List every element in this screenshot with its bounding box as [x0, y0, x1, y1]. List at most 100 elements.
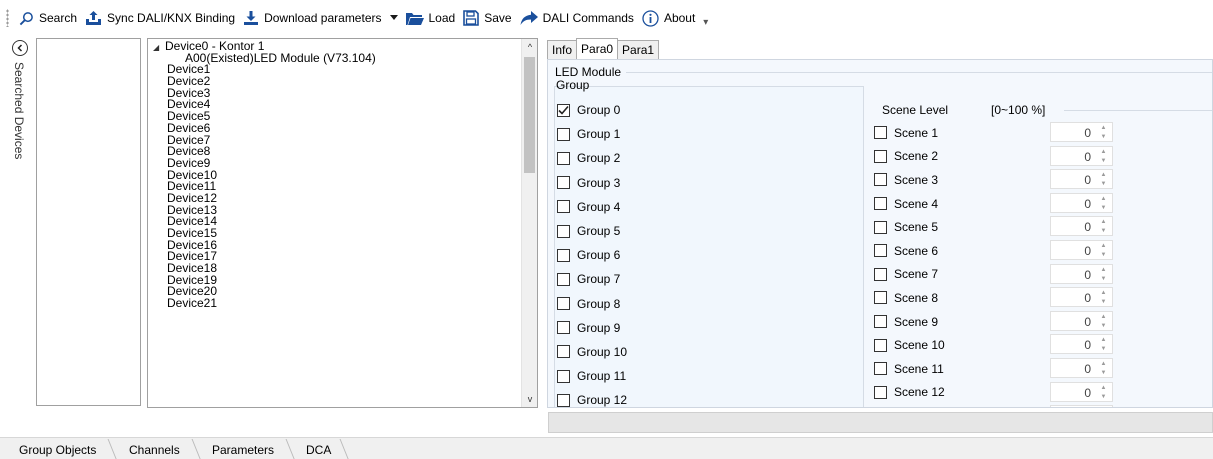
scene-level-stepper[interactable]: 0▲▼ — [1050, 334, 1113, 355]
scrollbar-thumb[interactable] — [524, 57, 535, 173]
stepper-up-icon[interactable]: ▲ — [1101, 243, 1107, 249]
group-checkbox-row[interactable]: Group 9 — [557, 316, 627, 340]
checkbox-checked[interactable] — [557, 103, 570, 117]
group-checkbox-row[interactable]: Group 3 — [557, 171, 627, 195]
scene-level-stepper[interactable]: 0▲▼ — [1050, 239, 1113, 260]
scene-level-stepper[interactable]: 0▲▼ — [1050, 192, 1113, 213]
scroll-down-icon[interactable]: v — [522, 391, 537, 407]
stepper-up-icon[interactable]: ▲ — [1101, 196, 1107, 202]
checkbox[interactable] — [874, 315, 887, 329]
tree-vertical-scrollbar[interactable]: ^ v — [521, 39, 537, 407]
stepper-up-icon[interactable]: ▲ — [1101, 290, 1107, 296]
group-checkbox-row[interactable]: Group 10 — [557, 340, 627, 364]
group-checkbox-row[interactable]: Group 12 — [557, 388, 627, 407]
checkbox[interactable] — [557, 369, 570, 383]
tree-node-device[interactable]: Device21 — [148, 297, 522, 310]
checkbox[interactable] — [874, 338, 887, 352]
stepper-down-icon[interactable]: ▼ — [1101, 394, 1107, 400]
checkbox[interactable] — [874, 220, 887, 234]
checkbox[interactable] — [874, 244, 887, 258]
checkbox[interactable] — [557, 345, 570, 359]
stepper-up-icon[interactable]: ▲ — [1101, 172, 1107, 178]
stepper-up-icon[interactable]: ▲ — [1101, 219, 1107, 225]
checkbox[interactable] — [874, 173, 887, 187]
checkbox[interactable] — [874, 362, 887, 376]
scene-level-stepper[interactable]: 0▲▼ — [1050, 357, 1113, 378]
bottom-tab-parameters[interactable]: Parameters — [212, 443, 274, 457]
checkbox[interactable] — [557, 321, 570, 335]
checkbox[interactable] — [874, 197, 887, 211]
scene-level-stepper[interactable]: 0▲▼ — [1050, 216, 1113, 237]
stepper-down-icon[interactable]: ▼ — [1101, 181, 1107, 187]
expand-triangle-icon[interactable]: ◢ — [153, 42, 165, 54]
stepper-down-icon[interactable]: ▼ — [1101, 134, 1107, 140]
checkbox[interactable] — [557, 248, 570, 262]
tab-info[interactable]: Info — [547, 40, 578, 59]
checkbox[interactable] — [874, 126, 887, 140]
stepper-up-icon[interactable]: ▲ — [1101, 385, 1107, 391]
scene-level-stepper[interactable]: 0▲▼ — [1050, 310, 1113, 331]
stepper-down-icon[interactable]: ▼ — [1101, 228, 1107, 234]
checkbox[interactable] — [874, 149, 887, 163]
bottom-tab-group-objects[interactable]: Group Objects — [19, 443, 96, 457]
download-parameters-button[interactable]: Download parameters — [239, 6, 401, 30]
stepper-down-icon[interactable]: ▼ — [1101, 299, 1107, 305]
group-checkbox-row[interactable]: Group 1 — [557, 122, 627, 146]
scene-level-stepper[interactable]: 0▲▼ — [1050, 263, 1113, 284]
group-checkbox-row[interactable]: Group 4 — [557, 195, 627, 219]
tab-para0[interactable]: Para0 — [576, 38, 619, 59]
load-button[interactable]: Load — [402, 6, 460, 30]
bottom-tab-dca[interactable]: DCA — [306, 443, 331, 457]
about-button[interactable]: About — [638, 6, 699, 30]
stepper-down-icon[interactable]: ▼ — [1101, 323, 1107, 329]
group-checkbox-row[interactable]: Group 0 — [557, 98, 627, 122]
toolbar-overflow-icon[interactable]: ▾ — [703, 9, 708, 28]
checkbox[interactable] — [557, 200, 570, 214]
checkbox[interactable] — [557, 127, 570, 141]
scene-level-stepper[interactable]: 0▲▼ — [1050, 169, 1113, 190]
searched-devices-label[interactable]: Searched Devices — [12, 62, 26, 159]
tab-para1[interactable]: Para1 — [617, 40, 660, 59]
stepper-down-icon[interactable]: ▼ — [1101, 158, 1107, 164]
chevron-down-icon[interactable] — [389, 15, 398, 21]
scene-level-stepper[interactable]: 0▲▼ — [1050, 287, 1113, 308]
sync-binding-button[interactable]: Sync DALI/KNX Binding — [81, 6, 239, 30]
save-button[interactable]: Save — [459, 6, 515, 30]
scene-level-stepper[interactable]: 0▲▼ — [1050, 122, 1113, 142]
group-checkbox-row[interactable]: Group 5 — [557, 219, 627, 243]
scroll-up-icon[interactable]: ^ — [522, 39, 537, 55]
bottom-tab-channels[interactable]: Channels — [129, 443, 180, 457]
checkbox[interactable] — [874, 291, 887, 305]
checkbox[interactable] — [557, 297, 570, 311]
stepper-down-icon[interactable]: ▼ — [1101, 370, 1107, 376]
horizontal-scrollbar[interactable] — [548, 412, 1213, 433]
group-checkbox-row[interactable]: Group 11 — [557, 364, 627, 388]
toolbar-grip[interactable] — [6, 9, 9, 27]
checkbox[interactable] — [557, 272, 570, 286]
group-checkbox-row[interactable]: Group 8 — [557, 292, 627, 316]
checkbox[interactable] — [557, 151, 570, 165]
group-checkbox-row[interactable]: Group 7 — [557, 267, 627, 291]
stepper-up-icon[interactable]: ▲ — [1101, 267, 1107, 273]
checkbox[interactable] — [874, 267, 887, 281]
checkbox[interactable] — [557, 176, 570, 190]
stepper-up-icon[interactable]: ▲ — [1101, 125, 1107, 131]
stepper-down-icon[interactable]: ▼ — [1101, 252, 1107, 258]
stepper-up-icon[interactable]: ▲ — [1101, 361, 1107, 367]
scene-level-stepper[interactable]: 0▲▼ — [1050, 145, 1113, 166]
checkbox[interactable] — [874, 385, 887, 399]
stepper-up-icon[interactable]: ▲ — [1101, 337, 1107, 343]
dali-commands-button[interactable]: DALI Commands — [516, 6, 638, 30]
scene-level-stepper[interactable]: 0▲▼ — [1050, 405, 1113, 407]
stepper-up-icon[interactable]: ▲ — [1101, 314, 1107, 320]
checkbox[interactable] — [557, 393, 570, 407]
search-button[interactable]: Search — [15, 6, 81, 30]
group-checkbox-row[interactable]: Group 2 — [557, 146, 627, 170]
scene-level-stepper[interactable]: 0▲▼ — [1050, 381, 1113, 402]
stepper-up-icon[interactable]: ▲ — [1101, 149, 1107, 155]
checkbox[interactable] — [557, 224, 570, 238]
stepper-down-icon[interactable]: ▼ — [1101, 276, 1107, 282]
stepper-down-icon[interactable]: ▼ — [1101, 205, 1107, 211]
group-checkbox-row[interactable]: Group 6 — [557, 243, 627, 267]
stepper-down-icon[interactable]: ▼ — [1101, 346, 1107, 352]
